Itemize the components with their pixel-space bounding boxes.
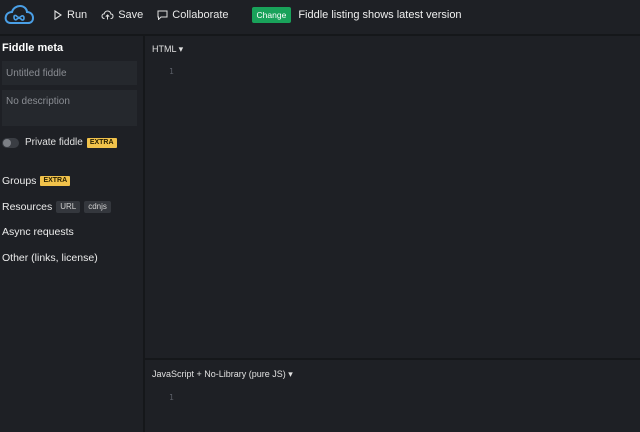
- fiddle-meta-title: Fiddle meta: [2, 42, 64, 54]
- groups-extra-badge: EXTRA: [40, 176, 71, 186]
- html-editor-panel[interactable]: HTML ▾ 1: [145, 36, 640, 358]
- collaborate-button[interactable]: Collaborate: [157, 3, 229, 27]
- collaborate-label: Collaborate: [172, 9, 229, 21]
- fiddle-description-placeholder: No description: [6, 96, 70, 107]
- sidebar-item-groups[interactable]: Groups EXTRA: [2, 175, 71, 187]
- sidebar-item-async-requests[interactable]: Async requests: [2, 226, 74, 238]
- sidebar-item-other[interactable]: Other (links, license): [2, 252, 98, 264]
- run-button[interactable]: Run: [53, 3, 87, 27]
- js-editor-panel[interactable]: JavaScript + No-Library (pure JS) ▾ 1: [145, 360, 640, 432]
- groups-label: Groups: [2, 175, 37, 187]
- resource-tag-cdnjs[interactable]: cdnjs: [84, 201, 111, 213]
- private-extra-badge: EXTRA: [86, 137, 117, 148]
- fiddle-title-input[interactable]: Untitled fiddle: [2, 61, 137, 85]
- chat-bubble-icon: [157, 10, 168, 20]
- private-fiddle-toggle[interactable]: [2, 137, 19, 148]
- fiddle-description-input[interactable]: No description: [2, 90, 137, 126]
- sidebar-item-resources[interactable]: Resources URL cdnjs: [2, 201, 111, 213]
- fiddle-title-placeholder: Untitled fiddle: [6, 67, 67, 79]
- change-button[interactable]: Change: [251, 7, 292, 23]
- private-fiddle-label: Private fiddle: [25, 137, 83, 148]
- toggle-knob: [3, 138, 11, 147]
- async-requests-label: Async requests: [2, 226, 74, 238]
- html-language-dropdown[interactable]: HTML ▾: [152, 44, 183, 55]
- top-toolbar: Run Save Collaborate Change Fiddle listi…: [0, 0, 640, 30]
- cloud-upload-icon: [101, 10, 114, 20]
- play-icon: [54, 10, 62, 20]
- save-button[interactable]: Save: [101, 3, 143, 27]
- js-language-dropdown[interactable]: JavaScript + No-Library (pure JS) ▾: [152, 369, 293, 380]
- resource-tag-url[interactable]: URL: [56, 201, 81, 213]
- resources-label: Resources: [2, 201, 53, 213]
- private-fiddle-row: Private fiddle EXTRA: [2, 137, 117, 148]
- html-line-number: 1: [169, 67, 174, 76]
- jsfiddle-logo-icon[interactable]: [3, 3, 35, 27]
- js-line-number: 1: [169, 393, 174, 402]
- other-label: Other (links, license): [2, 252, 98, 264]
- save-label: Save: [118, 9, 144, 21]
- listing-notice: Fiddle listing shows latest version: [298, 9, 462, 21]
- run-label: Run: [67, 9, 88, 21]
